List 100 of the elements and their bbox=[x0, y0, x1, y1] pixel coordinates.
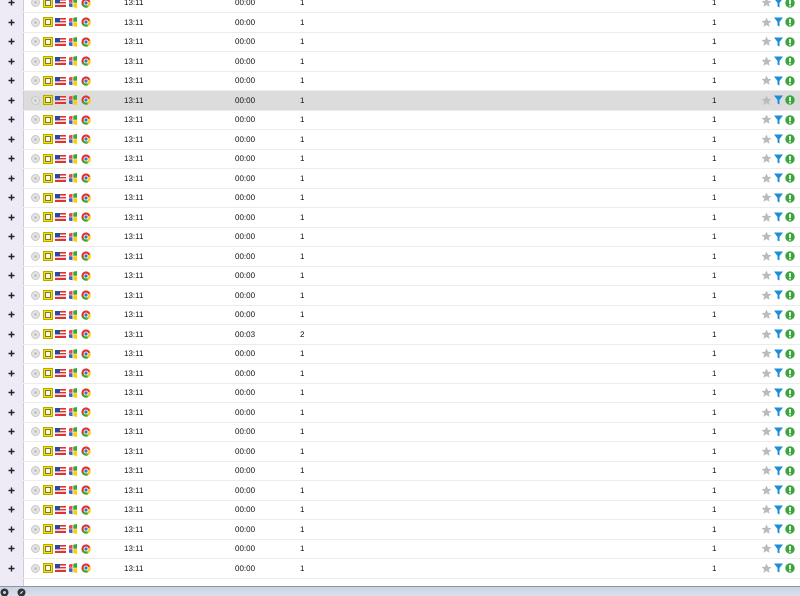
info-icon[interactable] bbox=[785, 485, 795, 496]
star-icon[interactable] bbox=[761, 309, 772, 320]
star-icon[interactable] bbox=[761, 426, 772, 438]
star-icon[interactable] bbox=[761, 270, 772, 282]
info-icon[interactable] bbox=[785, 212, 795, 222]
visit-row[interactable]: 13:11 00:00 1 1 bbox=[0, 344, 800, 364]
info-icon[interactable] bbox=[785, 173, 795, 184]
star-icon[interactable] bbox=[761, 153, 772, 164]
info-icon[interactable] bbox=[785, 290, 795, 300]
star-icon[interactable] bbox=[761, 231, 772, 242]
star-icon[interactable] bbox=[761, 114, 772, 126]
expand-icon[interactable] bbox=[8, 194, 15, 202]
expand-icon[interactable] bbox=[8, 506, 15, 514]
visit-row[interactable]: 13:11 00:00 1 1 bbox=[0, 208, 800, 228]
expand-icon[interactable] bbox=[8, 18, 15, 26]
visit-row[interactable]: 13:11 00:00 1 1 bbox=[0, 306, 800, 325]
info-icon[interactable] bbox=[785, 251, 795, 262]
visit-row[interactable]: 13:11 00:00 1 1 bbox=[0, 13, 800, 32]
visit-row[interactable]: 13:11 00:00 1 1 bbox=[0, 442, 800, 462]
info-icon[interactable] bbox=[785, 0, 795, 8]
expand-icon[interactable] bbox=[8, 428, 15, 436]
visit-row[interactable]: 13:11 00:00 1 1 bbox=[0, 52, 800, 72]
expand-icon[interactable] bbox=[8, 214, 15, 221]
filter-icon[interactable] bbox=[774, 348, 783, 359]
star-icon[interactable] bbox=[761, 446, 772, 457]
star-icon[interactable] bbox=[761, 348, 772, 360]
star-icon[interactable] bbox=[761, 406, 772, 418]
info-icon[interactable] bbox=[785, 192, 795, 203]
filter-icon[interactable] bbox=[774, 173, 783, 184]
star-icon[interactable] bbox=[761, 524, 772, 535]
info-icon[interactable] bbox=[785, 544, 795, 554]
visit-row[interactable]: 13:11 00:00 1 1 bbox=[0, 384, 800, 403]
info-icon[interactable] bbox=[785, 310, 795, 320]
filter-icon[interactable] bbox=[774, 466, 783, 476]
visit-row[interactable]: 13:11 00:00 1 1 bbox=[0, 130, 800, 150]
star-icon[interactable] bbox=[761, 192, 772, 204]
filter-icon[interactable] bbox=[774, 36, 783, 47]
star-icon[interactable] bbox=[761, 387, 772, 398]
expand-icon[interactable] bbox=[8, 252, 15, 260]
filter-icon[interactable] bbox=[774, 56, 783, 66]
visit-row[interactable]: 13:11 00:00 1 1 bbox=[0, 364, 800, 384]
expand-icon[interactable] bbox=[8, 350, 15, 358]
filter-icon[interactable] bbox=[774, 95, 783, 106]
visit-row[interactable]: 13:11 00:00 1 1 bbox=[0, 481, 800, 500]
filter-icon[interactable] bbox=[774, 563, 783, 574]
expand-icon[interactable] bbox=[8, 38, 15, 46]
star-icon[interactable] bbox=[761, 16, 772, 28]
visit-row[interactable]: 13:11 00:00 1 1 bbox=[0, 540, 800, 559]
visit-row[interactable]: 13:11 00:00 1 1 bbox=[0, 462, 800, 481]
visit-row[interactable]: 13:11 00:03 2 1 bbox=[0, 325, 800, 344]
visit-row[interactable]: 13:11 00:00 1 1 bbox=[0, 91, 800, 110]
expand-icon[interactable] bbox=[8, 408, 15, 416]
star-icon[interactable] bbox=[761, 94, 772, 106]
expand-icon[interactable] bbox=[8, 174, 15, 182]
visit-row[interactable]: 13:11 00:00 1 1 bbox=[0, 188, 800, 208]
compass-icon[interactable] bbox=[17, 588, 26, 596]
expand-icon[interactable] bbox=[8, 96, 15, 104]
filter-icon[interactable] bbox=[774, 134, 783, 144]
visit-row[interactable]: 13:11 00:00 1 1 bbox=[0, 150, 800, 169]
star-icon[interactable] bbox=[761, 290, 772, 301]
filter-icon[interactable] bbox=[774, 232, 783, 242]
filter-icon[interactable] bbox=[774, 270, 783, 281]
filter-icon[interactable] bbox=[774, 485, 783, 496]
filter-icon[interactable] bbox=[774, 192, 783, 203]
info-icon[interactable] bbox=[785, 407, 795, 418]
visit-row[interactable]: 13:11 00:00 1 1 bbox=[0, 247, 800, 266]
expand-icon[interactable] bbox=[8, 389, 15, 396]
info-icon[interactable] bbox=[785, 95, 795, 106]
star-icon[interactable] bbox=[761, 562, 772, 574]
filter-icon[interactable] bbox=[774, 388, 783, 398]
info-icon[interactable] bbox=[785, 446, 795, 456]
info-icon[interactable] bbox=[785, 76, 795, 86]
expand-icon[interactable] bbox=[8, 272, 15, 280]
star-icon[interactable] bbox=[761, 0, 772, 8]
visit-row[interactable]: 13:11 00:00 1 1 bbox=[0, 500, 800, 520]
star-icon[interactable] bbox=[761, 368, 772, 379]
expand-icon[interactable] bbox=[8, 467, 15, 474]
expand-icon[interactable] bbox=[8, 486, 15, 494]
filter-icon[interactable] bbox=[774, 76, 783, 86]
star-icon[interactable] bbox=[761, 328, 772, 340]
expand-icon[interactable] bbox=[8, 448, 15, 455]
info-icon[interactable] bbox=[785, 368, 795, 378]
filter-icon[interactable] bbox=[774, 212, 783, 222]
expand-icon[interactable] bbox=[8, 292, 15, 299]
filter-icon[interactable] bbox=[774, 0, 783, 8]
filter-icon[interactable] bbox=[774, 114, 783, 125]
filter-icon[interactable] bbox=[774, 544, 783, 554]
info-icon[interactable] bbox=[785, 466, 795, 476]
info-icon[interactable] bbox=[785, 524, 795, 534]
star-icon[interactable] bbox=[761, 134, 772, 145]
info-icon[interactable] bbox=[785, 232, 795, 242]
expand-icon[interactable] bbox=[8, 77, 15, 84]
info-icon[interactable] bbox=[785, 348, 795, 359]
expand-icon[interactable] bbox=[8, 58, 15, 65]
star-icon[interactable] bbox=[761, 250, 772, 262]
star-icon[interactable] bbox=[761, 465, 772, 476]
filter-icon[interactable] bbox=[774, 251, 783, 262]
visit-row[interactable]: 13:11 00:00 1 1 bbox=[0, 422, 800, 442]
info-icon[interactable] bbox=[785, 56, 795, 66]
expand-icon[interactable] bbox=[8, 136, 15, 143]
